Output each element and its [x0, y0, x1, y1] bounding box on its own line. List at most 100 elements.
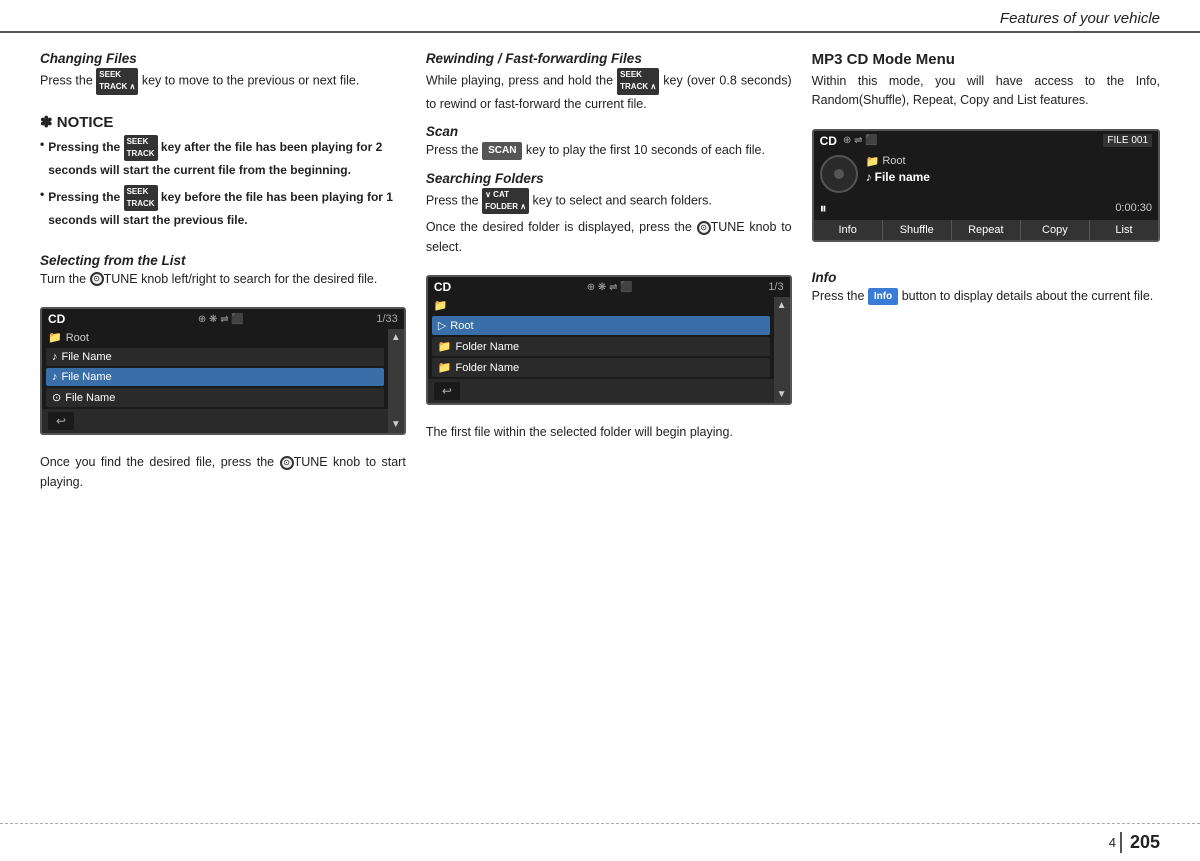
folder-back-button[interactable]: ↩	[434, 382, 460, 400]
cd-label-folder: CD	[434, 280, 451, 294]
changing-files-section: Changing Files Press the SEEKTRACK ∧ key…	[40, 51, 406, 95]
list-wrapper: 📁 Root ♪ File Name ♪ File Name ⊙ File Na…	[42, 329, 404, 433]
folder-play-icon: ▷	[438, 319, 446, 332]
file-name-2: File Name	[62, 371, 112, 383]
cd-screen-icons: ⊕ ⇌ ⬛	[843, 135, 878, 146]
footer-section: 4	[1109, 835, 1116, 850]
cd-filename: ♪ File name	[866, 170, 1152, 184]
music-icon: ♪	[866, 170, 872, 184]
footer-page: 4 205	[1109, 832, 1160, 853]
scan-section: Scan Press the SCAN key to play the firs…	[426, 124, 792, 160]
cd-icons-folder: ⊕ ❋ ⇌ ⬛	[587, 282, 633, 293]
folder-root-label: Root	[450, 320, 473, 332]
list-back: ↩	[42, 409, 388, 433]
list-bottom-text: Once you find the desired file, press th…	[40, 453, 406, 492]
selecting-list-body: Turn the ⊙TUNE knob left/right to search…	[40, 270, 406, 289]
seek-track-key-2: SEEKTRACK	[124, 135, 158, 161]
info-body: Press the Info button to display details…	[812, 287, 1160, 306]
file-name-3: File Name	[65, 392, 115, 404]
list-item-2: ♪ File Name	[46, 368, 384, 386]
seek-track-key-4: SEEKTRACK ∧	[617, 68, 659, 95]
page-footer: 4 205	[0, 823, 1200, 861]
folder-screen: CD ⊕ ❋ ⇌ ⬛ 1/3 📁 ▷ Root 📁 Folder Name	[426, 275, 792, 405]
changing-files-body: Press the SEEKTRACK ∧ key to move to the…	[40, 68, 406, 95]
cd-time: 0:00:30	[1115, 202, 1152, 214]
list-screen: CD ⊕ ❋ ⇌ ⬛ 1/33 📁 Root ♪ File Name ♪	[40, 307, 406, 435]
folder-name-2: Folder Name	[456, 362, 520, 374]
cd-btn-list[interactable]: List	[1090, 220, 1158, 240]
folder-item-2: 📁 Folder Name	[432, 358, 770, 377]
cd-body: 📁 Root ♪ File name	[814, 151, 1158, 197]
info-key[interactable]: Info	[868, 288, 898, 306]
bullet-1: •	[40, 135, 44, 179]
searching-section: Searching Folders Press the ∨ CATFOLDER …	[426, 171, 792, 258]
scroll-up-list[interactable]: ▲	[391, 332, 401, 343]
tune-knob-3: ⊙	[697, 221, 711, 235]
list-main: 📁 Root ♪ File Name ♪ File Name ⊙ File Na…	[42, 329, 388, 433]
selecting-list-title: Selecting from the List	[40, 253, 406, 268]
info-section: Info Press the Info button to display de…	[812, 270, 1160, 306]
folder-main: 📁 ▷ Root 📁 Folder Name 📁 Folder Name	[428, 297, 774, 403]
cd-file-number: FILE 001	[1103, 134, 1152, 147]
notice-item-2: • Pressing the SEEKTRACK key before the …	[40, 185, 406, 229]
cd-btn-info[interactable]: Info	[814, 220, 883, 240]
cd-pause-icon: ⏸	[820, 200, 827, 217]
selecting-list-section: Selecting from the List Turn the ⊙TUNE k…	[40, 253, 406, 289]
file-icon-2: ♪	[52, 371, 58, 383]
col-mid: Rewinding / Fast-forwarding Files While …	[426, 51, 792, 789]
folder-icon-main: 📁	[866, 155, 880, 168]
page-header: Features of your vehicle	[0, 0, 1200, 33]
tune-knob-1: ⊙	[90, 272, 104, 286]
notice-item-1: • Pressing the SEEKTRACK key after the f…	[40, 135, 406, 179]
info-title: Info	[812, 270, 1160, 285]
cd-disc-inner	[834, 169, 844, 179]
cd-folder-label: 📁 Root	[866, 155, 1152, 168]
seek-track-key-1: SEEKTRACK ∧	[96, 68, 138, 95]
col-right: MP3 CD Mode Menu Within this mode, you w…	[812, 51, 1160, 789]
searching-body: Press the ∨ CATFOLDER ∧ key to select an…	[426, 188, 792, 215]
folder-wrapper: 📁 ▷ Root 📁 Folder Name 📁 Folder Name	[428, 297, 790, 403]
scroll-up-folder[interactable]: ▲	[777, 300, 787, 311]
header-title: Features of your vehicle	[1000, 10, 1160, 27]
back-button[interactable]: ↩	[48, 412, 74, 430]
cd-buttons-bar: Info Shuffle Repeat Copy List	[814, 220, 1158, 240]
notice-section: ✽ NOTICE • Pressing the SEEKTRACK key af…	[40, 113, 406, 235]
scan-body: Press the SCAN key to play the first 10 …	[426, 141, 792, 160]
list-header: CD ⊕ ❋ ⇌ ⬛ 1/33	[42, 309, 404, 329]
list-item-3: ⊙ File Name	[46, 388, 384, 407]
col-left: Changing Files Press the SEEKTRACK ∧ key…	[40, 51, 406, 789]
tune-knob-2: ⊙	[280, 456, 294, 470]
main-content: Changing Files Press the SEEKTRACK ∧ key…	[0, 33, 1200, 799]
folder-header: CD ⊕ ❋ ⇌ ⬛ 1/3	[428, 277, 790, 297]
scroll-down-list[interactable]: ▼	[391, 419, 401, 430]
cd-screen: CD ⊕ ⇌ ⬛ FILE 001 📁 Root ♪ File name	[812, 129, 1160, 242]
cd-label-list: CD	[48, 312, 65, 326]
cd-btn-copy[interactable]: Copy	[1021, 220, 1090, 240]
scroll-down-folder[interactable]: ▼	[777, 389, 787, 400]
list-path: 📁 Root	[42, 329, 388, 346]
mp3-menu-title: MP3 CD Mode Menu	[812, 51, 1160, 68]
mp3-menu-body: Within this mode, you will have access t…	[812, 72, 1160, 111]
scroll-bar-list: ▲ ▼	[388, 329, 404, 433]
file-icon-3: ⊙	[52, 391, 61, 404]
folder-back: ↩	[428, 379, 774, 403]
cd-info: 📁 Root ♪ File name	[866, 155, 1152, 193]
folder-item-1: 📁 Folder Name	[432, 337, 770, 356]
file-icon-1: ♪	[52, 351, 58, 363]
cd-btn-shuffle[interactable]: Shuffle	[883, 220, 952, 240]
cd-label-main: CD	[820, 134, 837, 148]
scan-title: Scan	[426, 124, 792, 139]
folder-bottom-text: The first file within the selected folde…	[426, 423, 792, 442]
folder-icon-2: 📁	[438, 361, 452, 374]
folder-root-item: ▷ Root	[432, 316, 770, 335]
rewinding-title: Rewinding / Fast-forwarding Files	[426, 51, 792, 66]
cd-btn-repeat[interactable]: Repeat	[952, 220, 1021, 240]
bullet-2: •	[40, 185, 44, 229]
mp3-menu-section: MP3 CD Mode Menu Within this mode, you w…	[812, 51, 1160, 111]
rewinding-body: While playing, press and hold the SEEKTR…	[426, 68, 792, 114]
file-name-1: File Name	[62, 351, 112, 363]
notice-item-2-text: Pressing the SEEKTRACK key before the fi…	[48, 185, 406, 229]
scan-key: SCAN	[482, 142, 522, 160]
folder-path: 📁	[428, 297, 774, 314]
cat-folder-key: ∨ CATFOLDER ∧	[482, 188, 529, 215]
